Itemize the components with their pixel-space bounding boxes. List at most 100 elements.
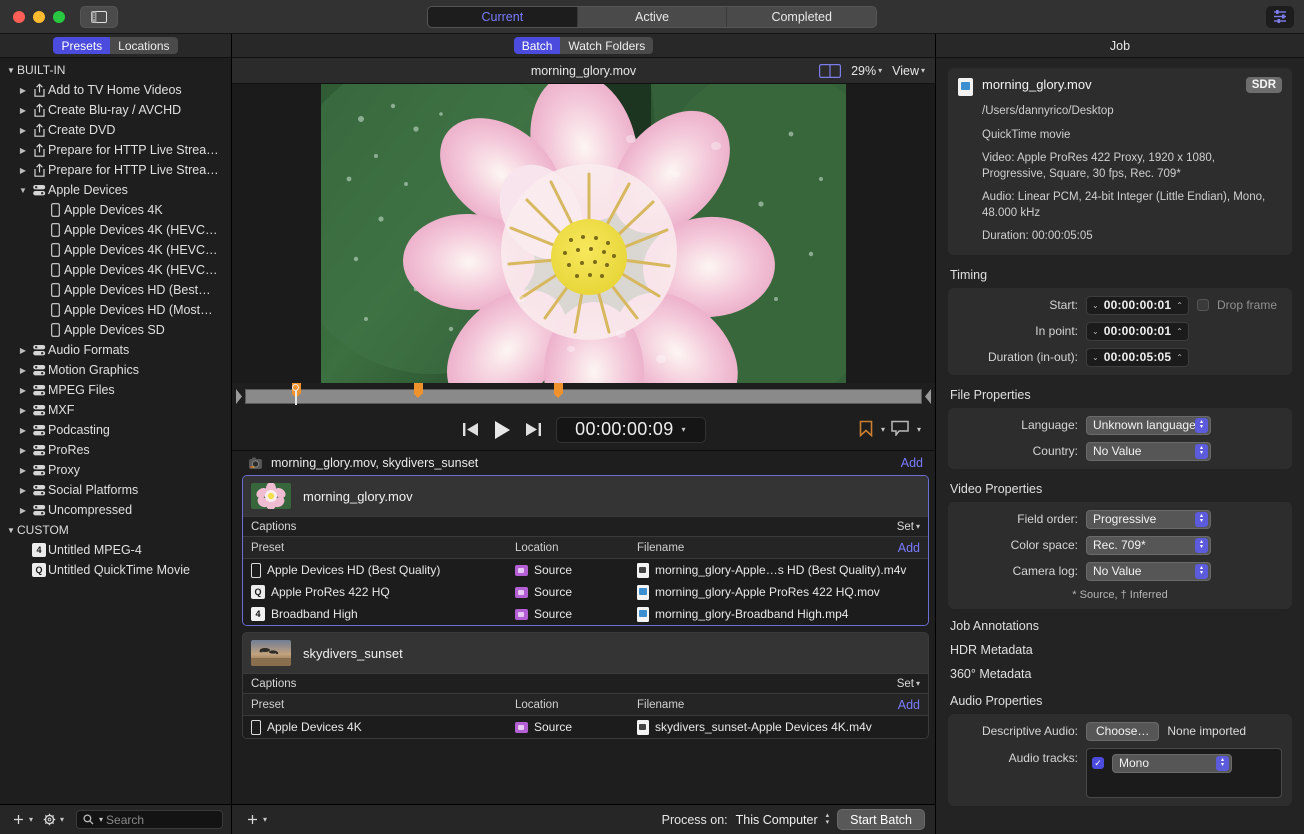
disclosure-triangle-icon[interactable]: ▶ [16, 426, 30, 435]
skip-to-start-button[interactable] [462, 422, 479, 437]
disclosure-triangle-icon[interactable]: ▶ [16, 166, 30, 175]
language-popup[interactable]: Unknown language ▴▾ [1086, 416, 1211, 435]
sidebar-toggle-button[interactable] [80, 6, 118, 28]
disclosure-triangle-icon[interactable]: ▶ [16, 146, 30, 155]
skip-to-end-button[interactable] [525, 422, 542, 437]
output-location-cell[interactable]: Source [515, 563, 637, 577]
choose-descriptive-audio-button[interactable]: Choose… [1086, 722, 1159, 741]
chevron-up-icon[interactable]: ⌃ [1176, 327, 1183, 336]
preset-item[interactable]: Apple Devices 4K (HEVC… [0, 240, 231, 260]
preset-item[interactable]: Apple Devices 4K (HEVC… [0, 220, 231, 240]
disclosure-triangle-icon[interactable]: ▼ [5, 526, 17, 535]
chevron-down-icon[interactable]: ⌄ [1092, 327, 1099, 336]
job-header[interactable]: skydivers_sunset [243, 633, 928, 673]
disclosure-triangle-icon[interactable]: ▶ [16, 506, 30, 515]
preset-item[interactable]: ▶Podcasting [0, 420, 231, 440]
chevron-down-icon[interactable]: ▾ [917, 425, 921, 434]
disclosure-triangle-icon[interactable]: ▶ [16, 106, 30, 115]
start-batch-button[interactable]: Start Batch [837, 809, 925, 830]
preset-item[interactable]: ▶Social Platforms [0, 480, 231, 500]
preset-item[interactable]: ▶Proxy [0, 460, 231, 480]
scrubber-track[interactable] [245, 389, 922, 404]
job-card[interactable]: morning_glory.movCaptionsSet▾PresetLocat… [242, 475, 929, 626]
close-button[interactable] [13, 11, 25, 23]
play-button[interactable] [493, 420, 511, 440]
camera-log-popup[interactable]: No Value ▴▾ [1086, 562, 1211, 581]
preset-item[interactable]: ▶Uncompressed [0, 500, 231, 520]
disclosure-triangle-icon[interactable]: ▶ [16, 366, 30, 375]
disclosure-triangle-icon[interactable]: ▶ [16, 446, 30, 455]
process-on-value[interactable]: This Computer [736, 813, 818, 827]
tab-active[interactable]: Active [578, 7, 728, 27]
preset-item[interactable]: ▶Prepare for HTTP Live Strea… [0, 160, 231, 180]
output-location-cell[interactable]: Source [515, 585, 637, 599]
chevron-up-icon[interactable]: ⌃ [1176, 353, 1183, 362]
tab-locations[interactable]: Locations [110, 37, 177, 54]
preset-item[interactable]: QUntitled QuickTime Movie [0, 560, 231, 580]
audio-track-checkbox[interactable]: ✓ [1092, 757, 1104, 769]
caption-button[interactable] [891, 420, 909, 439]
timeline-marker[interactable] [414, 383, 423, 394]
sidebar-tabs[interactable]: Presets Locations [53, 37, 177, 54]
batch-add-link[interactable]: Add [901, 456, 923, 470]
center-tabs[interactable]: Batch Watch Folders [514, 37, 654, 54]
preset-item[interactable]: ▶Motion Graphics [0, 360, 231, 380]
tab-presets[interactable]: Presets [53, 37, 110, 54]
chevron-up-icon[interactable]: ⌃ [1176, 301, 1183, 310]
add-output-link[interactable]: Add [898, 541, 920, 555]
preset-item[interactable]: ▶Create Blu-ray / AVCHD [0, 100, 231, 120]
preset-item[interactable]: ▶ProRes [0, 440, 231, 460]
marker-button[interactable] [859, 420, 873, 440]
preset-item[interactable]: Apple Devices SD [0, 320, 231, 340]
sidebar-group-built-in[interactable]: ▼BUILT-IN [0, 60, 231, 80]
preset-item[interactable]: ▶MPEG Files [0, 380, 231, 400]
output-row[interactable]: QApple ProRes 422 HQSourcemorning_glory-… [243, 581, 928, 603]
add-output-link[interactable]: Add [898, 698, 920, 712]
disclosure-triangle-icon[interactable]: ▶ [16, 406, 30, 415]
preset-item[interactable]: ▶Create DVD [0, 120, 231, 140]
minimize-button[interactable] [33, 11, 45, 23]
disclosure-triangle-icon[interactable]: ▼ [16, 186, 30, 195]
tab-watch-folders[interactable]: Watch Folders [560, 37, 653, 54]
zoom-level-menu[interactable]: 29% ▾ [851, 64, 882, 78]
audio-tracks-list[interactable]: ✓ Mono ▴▾ [1086, 748, 1282, 798]
duration-timecode-field[interactable]: ⌄ 00:00:05:05 ⌃ [1086, 348, 1189, 367]
job-header[interactable]: morning_glory.mov [243, 476, 928, 516]
presets-tree[interactable]: ▼BUILT-IN▶Add to TV Home Videos▶Create B… [0, 58, 231, 804]
section-job-annotations[interactable]: Job Annotations [948, 609, 1292, 633]
tab-current[interactable]: Current [428, 7, 578, 27]
country-popup[interactable]: No Value ▴▾ [1086, 442, 1211, 461]
start-timecode-field[interactable]: ⌄ 00:00:00:01 ⌃ [1086, 296, 1189, 315]
preset-actions-button[interactable]: ▾ [39, 810, 68, 830]
audio-track-popup[interactable]: Mono ▴▾ [1112, 754, 1232, 773]
timecode-field[interactable]: 00:00:00:09 ▾ [556, 417, 706, 443]
tab-completed[interactable]: Completed [727, 7, 876, 27]
preset-item[interactable]: ▶Audio Formats [0, 340, 231, 360]
preset-item[interactable]: ▼Apple Devices [0, 180, 231, 200]
add-preset-button[interactable]: ▾ [8, 810, 37, 830]
preset-item[interactable]: Apple Devices HD (Most… [0, 300, 231, 320]
preset-item[interactable]: ▶Prepare for HTTP Live Strea… [0, 140, 231, 160]
add-job-button[interactable]: ▾ [242, 810, 271, 830]
disclosure-triangle-icon[interactable]: ▶ [16, 126, 30, 135]
sidebar-group-custom[interactable]: ▼CUSTOM [0, 520, 231, 540]
tab-batch[interactable]: Batch [514, 37, 561, 54]
section-hdr-metadata[interactable]: HDR Metadata [948, 633, 1292, 657]
field-order-popup[interactable]: Progressive ▴▾ [1086, 510, 1211, 529]
output-row[interactable]: Apple Devices HD (Best Quality)Sourcemor… [243, 559, 928, 581]
preset-item[interactable]: Apple Devices HD (Best… [0, 280, 231, 300]
disclosure-triangle-icon[interactable]: ▶ [16, 86, 30, 95]
preset-item[interactable]: ▶MXF [0, 400, 231, 420]
section-360-metadata[interactable]: 360° Metadata [948, 657, 1292, 681]
chevron-down-icon[interactable]: ⌄ [1092, 353, 1099, 362]
view-menu[interactable]: View ▾ [892, 64, 925, 78]
disclosure-triangle-icon[interactable]: ▶ [16, 466, 30, 475]
color-space-popup[interactable]: Rec. 709* ▴▾ [1086, 536, 1211, 555]
output-row[interactable]: Apple Devices 4KSourceskydivers_sunset-A… [243, 716, 928, 738]
process-on-stepper[interactable]: ▴▾ [826, 813, 830, 826]
output-location-cell[interactable]: Source [515, 607, 637, 621]
show-inspector-button[interactable] [1266, 6, 1294, 28]
timeline-scrubber[interactable] [232, 383, 935, 409]
preset-item[interactable]: ▶Add to TV Home Videos [0, 80, 231, 100]
split-view-icon[interactable] [819, 64, 841, 78]
